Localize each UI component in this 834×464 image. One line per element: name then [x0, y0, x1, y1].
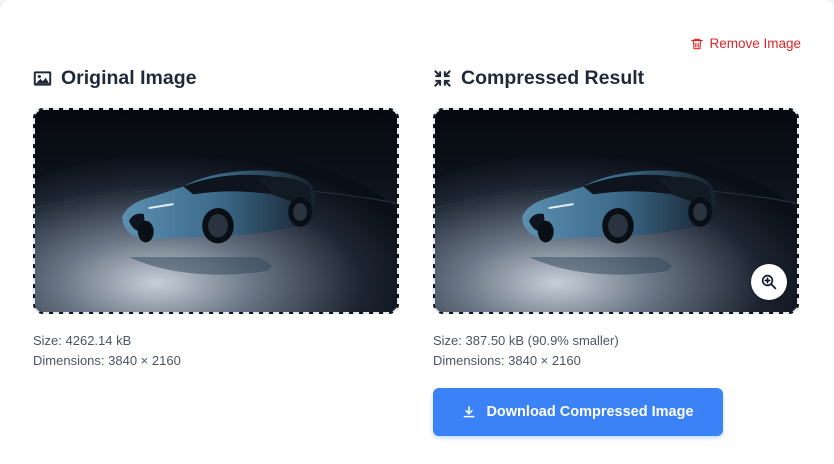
original-size: Size: 4262.14 kB	[33, 333, 132, 348]
compressed-image	[435, 110, 797, 312]
compressed-dimensions: Dimensions: 3840 × 2160	[433, 353, 581, 368]
original-meta: Size: 4262.14 kB Dimensions: 3840 × 2160	[33, 331, 401, 371]
compressed-meta: Size: 387.50 kB (90.9% smaller) Dimensio…	[433, 331, 801, 371]
original-column: Original Image Size: 4262.14 kB Dimensio…	[33, 64, 401, 371]
compress-icon	[434, 69, 451, 87]
remove-image-label: Remove Image	[709, 36, 801, 51]
download-label: Download Compressed Image	[486, 404, 694, 420]
compressed-column: Compressed Result Size: 387.50 kB (90.9%…	[433, 64, 801, 436]
compressed-title: Compressed Result	[461, 66, 645, 89]
download-icon	[464, 405, 475, 418]
compressed-size: Size: 387.50 kB (90.9% smaller)	[433, 333, 619, 348]
compression-panel: Remove Image Original Image Size: 4262.1…	[0, 0, 834, 464]
original-heading: Original Image	[33, 64, 401, 92]
image-icon	[33, 70, 52, 86]
original-title: Original Image	[61, 66, 197, 89]
original-image-preview	[33, 108, 399, 314]
compressed-heading: Compressed Result	[433, 64, 801, 92]
remove-image-button[interactable]: Remove Image	[690, 36, 801, 51]
zoom-in-icon	[761, 274, 777, 290]
original-dimensions: Dimensions: 3840 × 2160	[33, 353, 181, 368]
trash-icon	[691, 38, 704, 49]
zoom-button[interactable]	[751, 264, 787, 300]
original-image	[35, 110, 397, 312]
compressed-image-preview	[433, 108, 799, 314]
download-compressed-button[interactable]: Download Compressed Image	[433, 388, 723, 436]
